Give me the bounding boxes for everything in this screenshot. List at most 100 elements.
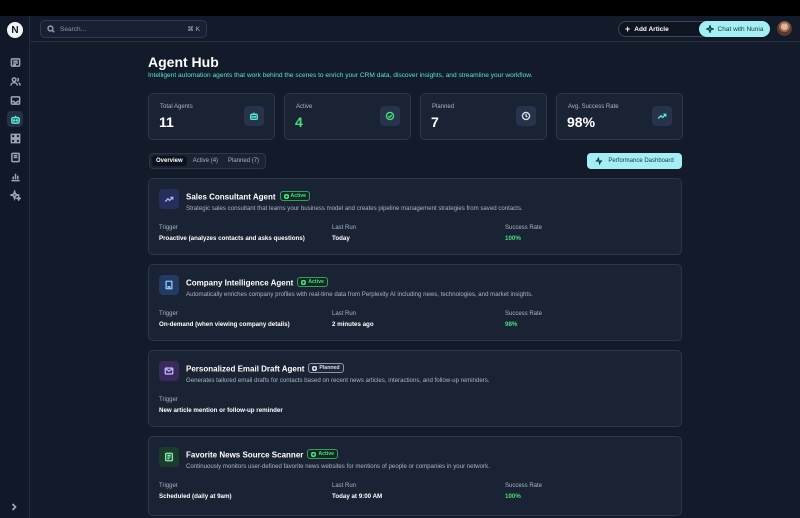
trigger-value: On-demand (when viewing company details) xyxy=(159,321,290,328)
newspaper-icon xyxy=(10,57,20,67)
stat-value: 11 xyxy=(159,114,174,130)
trending-up-icon xyxy=(652,106,672,126)
agent-description: Generates tailored email drafts for cont… xyxy=(186,377,490,384)
last-run-label: Last Run xyxy=(332,225,357,231)
stat-value: 4 xyxy=(295,114,303,130)
trigger-value: Scheduled (daily at 9am) xyxy=(159,493,232,500)
success-rate-label: Success Rate xyxy=(505,483,543,489)
agent-name: Personalized Email Draft Agent Planned xyxy=(186,363,344,374)
sidebar-item-agents[interactable] xyxy=(7,111,23,127)
sidebar-item-analytics[interactable] xyxy=(7,168,23,184)
mail-icon xyxy=(159,361,179,381)
add-article-label: Add Article xyxy=(634,25,669,33)
view-tabs: Overview Active (4) Planned (7) xyxy=(149,153,267,169)
tab-planned[interactable]: Planned (7) xyxy=(224,156,263,166)
stat-card-planned: Planned 7 xyxy=(420,93,547,140)
stat-card-success-rate: Avg. Success Rate 98% xyxy=(556,93,683,140)
last-run-label: Last Run xyxy=(332,483,357,489)
last-run-label: Last Run xyxy=(332,311,357,317)
stat-label: Planned xyxy=(432,104,455,110)
success-rate-value: 100% xyxy=(505,235,521,242)
agent-name: Sales Consultant Agent Active xyxy=(186,191,311,202)
sidebar-item-articles[interactable] xyxy=(7,54,23,70)
last-run-value: Today at 9:00 AM xyxy=(332,493,383,500)
sidebar-expand-button[interactable] xyxy=(9,499,21,511)
top-header: Search... ⌘ K + Add Article ⌘ Z Chat wit… xyxy=(30,16,800,42)
status-badge: Active xyxy=(297,277,328,287)
newspaper-icon xyxy=(159,447,179,467)
trigger-value: New article mention or follow-up reminde… xyxy=(159,407,283,414)
app-logo[interactable]: N xyxy=(7,22,23,38)
sidebar: N xyxy=(0,16,30,518)
activity-icon xyxy=(596,157,603,165)
trigger-label: Trigger xyxy=(159,483,178,489)
stat-label: Active xyxy=(296,104,313,110)
chat-button[interactable]: Chat with Nunia xyxy=(699,21,770,37)
bar-chart-icon xyxy=(10,173,20,181)
last-run-value: 2 minutes ago xyxy=(332,321,374,328)
status-badge: Planned xyxy=(308,363,344,373)
page-subtitle: Intelligent automation agents that work … xyxy=(148,72,533,79)
trigger-label: Trigger xyxy=(159,397,178,403)
clock-icon xyxy=(312,365,318,371)
agent-name: Company Intelligence Agent Active xyxy=(186,277,328,288)
grid-icon xyxy=(10,133,20,143)
window-top-strip xyxy=(0,0,800,16)
agent-card-sales-consultant[interactable]: Sales Consultant Agent Active Strategic s… xyxy=(148,178,682,255)
agent-description: Continuously monitors user-defined favor… xyxy=(186,463,490,470)
check-circle-icon xyxy=(301,279,307,285)
users-icon xyxy=(9,76,21,86)
user-avatar[interactable] xyxy=(777,21,792,36)
stat-value: 98% xyxy=(567,114,596,130)
trigger-value: Proactive (analyzes contacts and asks qu… xyxy=(159,235,305,242)
performance-dashboard-button[interactable]: Performance Dashboard xyxy=(587,153,682,169)
trigger-label: Trigger xyxy=(159,225,178,231)
stat-card-total-agents: Total Agents 11 xyxy=(148,93,275,140)
sidebar-item-companies[interactable] xyxy=(7,92,23,108)
agent-card-email-draft[interactable]: Personalized Email Draft Agent Planned Ge… xyxy=(148,350,682,427)
search-input[interactable]: Search... ⌘ K xyxy=(40,20,207,38)
clock-icon xyxy=(516,106,536,126)
sidebar-item-dashboard[interactable] xyxy=(7,130,23,146)
sparkles-icon xyxy=(9,189,21,201)
trending-up-icon xyxy=(159,189,179,209)
search-placeholder: Search... xyxy=(60,25,87,33)
book-icon xyxy=(10,152,20,162)
bot-icon xyxy=(244,106,264,126)
success-rate-label: Success Rate xyxy=(505,225,543,231)
agent-description: Strategic sales consultant that learns y… xyxy=(186,205,523,212)
check-circle-icon xyxy=(380,106,400,126)
check-circle-icon xyxy=(283,193,289,199)
tab-overview[interactable]: Overview xyxy=(152,156,187,166)
stat-value: 7 xyxy=(431,114,439,130)
sidebar-item-contacts[interactable] xyxy=(7,73,23,89)
success-rate-value: 100% xyxy=(505,493,521,500)
sparkle-icon xyxy=(705,25,714,33)
chat-button-label: Chat with Nunia xyxy=(717,25,764,33)
trigger-label: Trigger xyxy=(159,311,178,317)
plus-icon: + xyxy=(625,24,631,34)
stat-label: Avg. Success Rate xyxy=(568,104,619,110)
agent-description: Automatically enriches company profiles … xyxy=(186,291,533,298)
agent-name: Favorite News Source Scanner Active xyxy=(186,449,338,460)
sidebar-item-automations[interactable] xyxy=(7,187,23,203)
bot-icon xyxy=(10,115,20,124)
check-circle-icon xyxy=(311,451,317,457)
chevron-right-icon xyxy=(11,503,17,511)
performance-dashboard-label: Performance Dashboard xyxy=(608,158,674,164)
search-icon xyxy=(47,25,55,33)
agent-card-company-intelligence[interactable]: Company Intelligence Agent Active Automat… xyxy=(148,264,682,341)
sidebar-item-notes[interactable] xyxy=(7,149,23,165)
agent-card-news-scanner[interactable]: Favorite News Source Scanner Active Conti… xyxy=(148,436,682,516)
success-rate-value: 98% xyxy=(505,321,518,328)
tab-active[interactable]: Active (4) xyxy=(189,156,222,166)
status-badge: Active xyxy=(307,449,338,459)
last-run-value: Today xyxy=(332,235,350,242)
status-badge: Active xyxy=(279,191,311,201)
success-rate-label: Success Rate xyxy=(505,311,543,317)
page-title: Agent Hub xyxy=(148,54,219,70)
stat-card-active: Active 4 xyxy=(284,93,411,140)
inbox-icon xyxy=(10,95,20,105)
building-icon xyxy=(159,275,179,295)
search-shortcut: ⌘ K xyxy=(187,26,200,33)
